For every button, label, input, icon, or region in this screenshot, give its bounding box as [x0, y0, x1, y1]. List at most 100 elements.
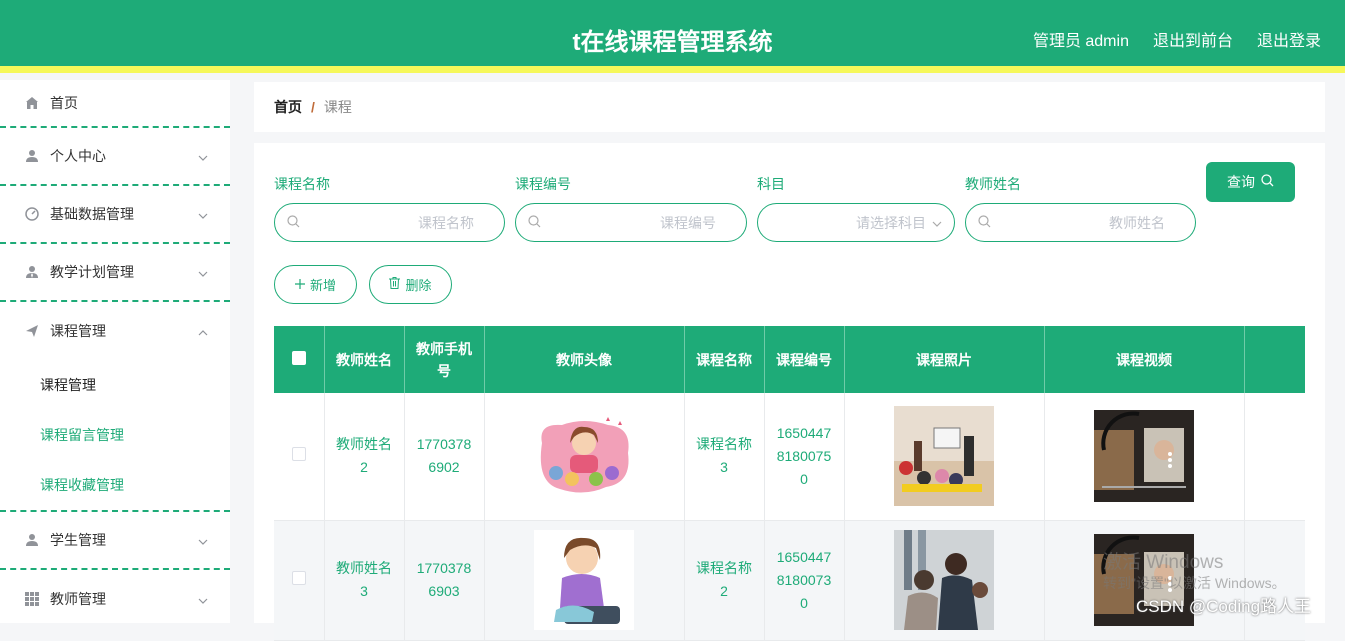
header-nav: 管理员 admin 退出到前台 退出登录 — [1033, 27, 1321, 51]
col-course-name[interactable]: 课程名称 — [684, 326, 765, 393]
admin-user-label[interactable]: 管理员 admin — [1033, 27, 1129, 51]
teacher-phone-cell: 17703786903 — [404, 520, 485, 641]
course-no-label: 课程编号 — [515, 176, 571, 192]
col-course-no[interactable]: 课程编号 — [764, 326, 845, 393]
sidebar-item-home[interactable]: 首页 — [0, 80, 230, 128]
teacher-avatar-cell — [484, 393, 685, 521]
teacher-phone-cell: 17703786902 — [404, 393, 485, 521]
user-tie-icon — [24, 264, 40, 280]
table-row[interactable]: 教师姓名2 17703786902 课程名称3 16504478180075 0 — [274, 393, 1305, 521]
course-submenu: 课程管理 课程留言管理 课程收藏管理 — [0, 360, 230, 512]
paper-plane-icon — [24, 323, 40, 339]
course-photo-cell — [844, 520, 1045, 641]
chevron-up-icon — [198, 323, 208, 339]
breadcrumb-separator: / — [311, 99, 315, 115]
add-button[interactable]: 新增 — [274, 265, 357, 304]
teacher-avatar-image — [540, 417, 629, 493]
row-select-cell — [274, 520, 325, 641]
col-course-video[interactable]: 课程视频 — [1044, 326, 1245, 393]
table-header-row: 教师姓名 教师手机号 教师头像 课程名称 课程编号 课程照片 课程视频 — [274, 326, 1305, 393]
course-photo-image — [894, 530, 994, 630]
course-name-cell: 课程名称3 — [684, 393, 765, 521]
gauge-icon — [24, 206, 40, 222]
activate-windows-subtitle: 转到"设置"以激活 Windows。 — [1103, 575, 1286, 591]
course-video-cell — [1044, 393, 1245, 521]
sidebar-item-label: 课程管理 — [50, 323, 106, 339]
teacher-name-cell: 教师姓名3 — [324, 520, 405, 641]
teacher-avatar-cell — [484, 520, 685, 641]
sidebar-item-label: 基础数据管理 — [50, 206, 134, 222]
submenu-course-comment[interactable]: 课程留言管理 — [0, 410, 230, 460]
add-button-label: 新增 — [309, 278, 336, 293]
trash-icon — [389, 277, 401, 292]
back-to-front-link[interactable]: 退出到前台 — [1153, 27, 1233, 51]
course-photo-cell — [844, 393, 1045, 521]
select-placeholder: 请选择科目 — [856, 214, 926, 231]
course-no-input[interactable]: 课程编号 — [515, 203, 747, 242]
subject-select[interactable]: 请选择科目 — [757, 203, 955, 242]
sidebar-item-label: 教学计划管理 — [50, 264, 134, 280]
breadcrumb-home[interactable]: 首页 — [274, 97, 302, 117]
activate-windows-title: 激活 Windows — [1103, 552, 1224, 573]
sidebar-item-teacher[interactable]: 教师管理 — [0, 570, 230, 628]
sidebar-item-teaching-plan[interactable]: 教学计划管理 — [0, 244, 230, 302]
chevron-down-icon — [198, 264, 208, 280]
breadcrumb-current: 课程 — [323, 99, 352, 115]
col-teacher-phone[interactable]: 教师手机号 — [404, 326, 485, 393]
row-select-cell — [274, 393, 325, 521]
search-icon — [1261, 174, 1274, 190]
user-icon — [24, 148, 40, 164]
course-name-cell: 课程名称2 — [684, 520, 765, 641]
sidebar-item-basic-data[interactable]: 基础数据管理 — [0, 186, 230, 244]
sidebar-item-student[interactable]: 学生管理 — [0, 512, 230, 570]
user-icon — [24, 532, 40, 548]
select-all-checkbox[interactable] — [291, 350, 306, 365]
col-teacher-name[interactable]: 教师姓名 — [324, 326, 405, 393]
course-name-input[interactable]: 课程名称 — [274, 203, 505, 242]
course-video-thumbnail[interactable] — [1094, 410, 1194, 503]
chevron-down-icon — [198, 148, 208, 164]
select-all-cell — [274, 326, 325, 393]
home-icon — [24, 95, 40, 111]
sidebar-item-personal[interactable]: 个人中心 — [0, 128, 230, 186]
chevron-down-icon — [932, 216, 942, 230]
search-icon — [287, 214, 300, 231]
top-header: t在线课程管理系统 管理员 admin 退出到前台 退出登录 — [0, 0, 1345, 73]
course-name-label: 课程名称 — [274, 176, 330, 192]
col-course-photo[interactable]: 课程照片 — [844, 326, 1045, 393]
input-placeholder: 教师姓名 — [1109, 214, 1165, 231]
input-placeholder: 课程名称 — [418, 214, 474, 231]
subject-label: 科目 — [757, 176, 785, 192]
query-button-label: 查询 — [1227, 174, 1255, 190]
delete-button-label: 删除 — [405, 278, 432, 293]
col-teacher-avatar[interactable]: 教师头像 — [484, 326, 685, 393]
query-button[interactable]: 查询 — [1206, 162, 1295, 202]
delete-button[interactable]: 删除 — [369, 265, 452, 304]
search-icon — [978, 214, 991, 231]
sidebar-item-label: 个人中心 — [50, 148, 106, 164]
chevron-down-icon — [198, 206, 208, 222]
row-checkbox[interactable] — [291, 446, 306, 461]
course-no-cell: 16504478180073 0 — [764, 520, 845, 641]
chevron-down-icon — [198, 591, 208, 607]
grid-icon — [24, 591, 40, 607]
teacher-avatar-image — [534, 530, 634, 630]
logout-link[interactable]: 退出登录 — [1257, 27, 1321, 51]
teacher-name-label: 教师姓名 — [965, 176, 1021, 192]
input-placeholder: 课程编号 — [660, 214, 716, 231]
sidebar: 首页 个人中心 基础数据管理 教学计划管理 课程管理 课程管理 课程留言管理 课… — [0, 80, 230, 623]
sidebar-item-label: 教师管理 — [50, 591, 106, 607]
col-extra — [1244, 326, 1305, 393]
csdn-watermark: CSDN @Coding路人王 — [1136, 597, 1312, 616]
search-icon — [528, 214, 541, 231]
submenu-course-manage[interactable]: 课程管理 — [0, 360, 230, 410]
teacher-name-input[interactable]: 教师姓名 — [965, 203, 1196, 242]
course-photo-image — [894, 406, 994, 507]
breadcrumb: 首页 / 课程 — [254, 82, 1325, 132]
sidebar-item-course[interactable]: 课程管理 — [0, 302, 230, 360]
chevron-down-icon — [198, 532, 208, 548]
course-no-cell: 16504478180075 0 — [764, 393, 845, 521]
extra-cell — [1244, 393, 1305, 521]
submenu-course-favorite[interactable]: 课程收藏管理 — [0, 460, 230, 510]
row-checkbox[interactable] — [291, 570, 306, 585]
